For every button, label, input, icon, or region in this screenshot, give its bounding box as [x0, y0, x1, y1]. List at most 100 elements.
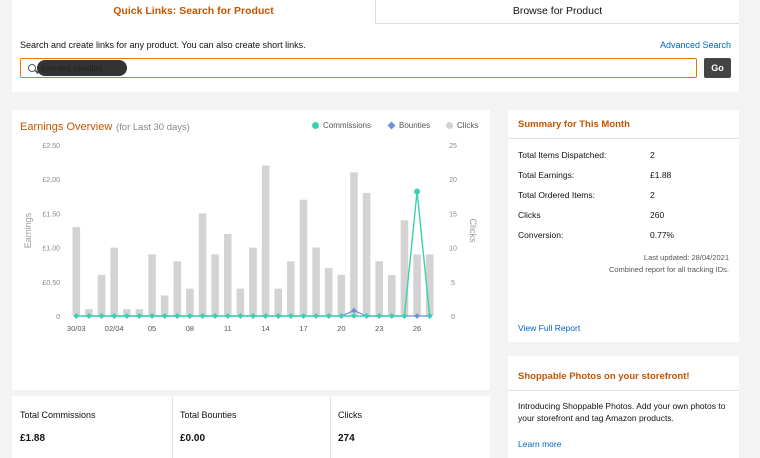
product-search-box[interactable] [20, 58, 697, 78]
clicks-bar [261, 165, 270, 316]
associates-dashboard: Quick Links: Search for Product Browse f… [0, 0, 760, 458]
y-left-tick-label: £1.50 [42, 211, 60, 218]
clicks-bar [249, 247, 257, 316]
legend-clicks[interactable]: Clicks [446, 121, 478, 130]
commissions-point [364, 313, 369, 319]
total-commissions-value: £1.88 [20, 433, 46, 444]
commissions-point [225, 313, 230, 319]
shoppable-text: Introducing Shoppable Photos. Add your o… [518, 401, 726, 423]
summary-label-ordered-items: Total Ordered Items: [518, 190, 596, 200]
clicks-bar [148, 254, 156, 316]
commissions-point [389, 313, 395, 319]
commissions-point [212, 313, 218, 319]
clicks-bar [97, 274, 106, 316]
clicks-bar [362, 192, 371, 316]
commissions-point [175, 313, 180, 319]
clicks-bar [236, 288, 245, 316]
x-tick-label: 14 [261, 324, 269, 333]
x-tick-label: 20 [337, 324, 345, 333]
monthly-summary-card: Summary for This Month Total Items Dispa… [508, 110, 739, 342]
legend-commissions[interactable]: Commissions [312, 121, 371, 130]
total-bounties-label: Total Bounties [180, 410, 237, 420]
clicks-bar [110, 247, 118, 316]
commissions-point [414, 188, 421, 195]
legend-label: Bounties [399, 121, 431, 130]
clicks-bar [299, 199, 308, 316]
clicks-bar [400, 220, 409, 316]
y-left-tick-label: £0.50 [42, 280, 60, 287]
shoppable-title: Shoppable Photos on your storefront! [518, 371, 690, 382]
clicks-bar [211, 254, 219, 316]
commissions-point [162, 313, 167, 319]
total-commissions: Total Commissions £1.88 [12, 396, 172, 458]
commissions-point [402, 313, 407, 319]
summary-value-items-dispatched: 2 [650, 150, 655, 160]
x-tick-label: 17 [299, 324, 307, 333]
commissions-point [427, 313, 432, 319]
go-button[interactable]: Go [704, 58, 731, 78]
y-left-tick-label: £2.50 [42, 143, 60, 150]
x-tick-label: 30/03 [67, 324, 86, 333]
shoppable-photos-card: Shoppable Photos on your storefront! Int… [508, 356, 739, 458]
x-tick-label: 23 [375, 324, 383, 333]
divider [508, 390, 739, 391]
summary-title: Summary for This Month [518, 119, 630, 130]
clicks-bar [186, 288, 194, 316]
tab-browse-product[interactable]: Browse for Product [375, 0, 739, 24]
clicks-bar [337, 274, 346, 316]
clicks-bar [274, 288, 283, 316]
commissions-point [339, 313, 344, 319]
y-left-axis-title: Earnings [23, 212, 33, 248]
commissions-point [74, 313, 79, 319]
clicks-bar [375, 261, 383, 316]
x-tick-label: 26 [413, 324, 421, 333]
search-tabs: Quick Links: Search for Product Browse f… [12, 0, 739, 24]
x-tick-label: 05 [148, 324, 156, 333]
commissions-point [351, 313, 357, 319]
clicks-bar [388, 274, 396, 316]
summary-value-clicks: 260 [650, 210, 665, 220]
totals-bar: Total Commissions £1.88 Total Bounties £… [12, 396, 490, 458]
earnings-chart: 0£0.50£1.00£1.50£2.00£2.500510152025Earn… [23, 143, 478, 333]
total-bounties: Total Bounties £0.00 [172, 396, 330, 458]
clicks-bar [198, 213, 207, 316]
tab-quick-links[interactable]: Quick Links: Search for Product [12, 0, 375, 24]
summary-value-ordered-items: 2 [650, 190, 655, 200]
search-icon [28, 64, 36, 72]
y-left-tick-label: £2.00 [42, 177, 60, 184]
summary-label-items-dispatched: Total Items Dispatched: [518, 150, 607, 160]
product-search-input[interactable] [41, 61, 681, 75]
earnings-overview-card: Earnings Overview (for Last 30 days) Com… [12, 110, 490, 390]
commissions-point [263, 313, 268, 319]
commissions-point [313, 313, 319, 319]
total-bounties-value: £0.00 [180, 433, 206, 444]
summary-label-conversion: Conversion: [518, 230, 564, 240]
legend-label: Commissions [323, 121, 372, 130]
commissions-point [250, 313, 256, 319]
y-right-tick-label: 0 [451, 314, 455, 321]
summary-value-total-earnings: £1.88 [650, 170, 672, 180]
commissions-point [187, 313, 193, 319]
clicks-bar [324, 268, 333, 316]
commissions-marker-icon [312, 122, 319, 129]
advanced-search-link[interactable]: Advanced Search [660, 40, 731, 50]
summary-label-clicks: Clicks [518, 210, 541, 220]
total-clicks: Clicks 274 [330, 396, 490, 458]
clicks-bar [312, 247, 320, 316]
legend-bounties[interactable]: Bounties [387, 121, 431, 130]
summary-value-conversion: 0.77% [650, 230, 675, 240]
view-full-report-link[interactable]: View Full Report [518, 323, 580, 333]
commissions-point [149, 313, 155, 319]
earnings-title: Earnings Overview [20, 121, 113, 133]
y-right-tick-label: 15 [449, 211, 457, 218]
clicks-bar [160, 295, 169, 316]
commissions-point [276, 313, 281, 319]
commissions-point [86, 313, 92, 319]
commissions-point [124, 313, 129, 319]
learn-more-link[interactable]: Learn more [518, 439, 561, 449]
last-updated: Last updated: 28/04/2021 [643, 253, 729, 262]
x-tick-label: 02/04 [105, 324, 124, 333]
bounties-marker-icon [387, 121, 396, 130]
y-right-axis-title: Clicks [468, 219, 478, 243]
earnings-subtitle: (for Last 30 days) [116, 122, 190, 133]
